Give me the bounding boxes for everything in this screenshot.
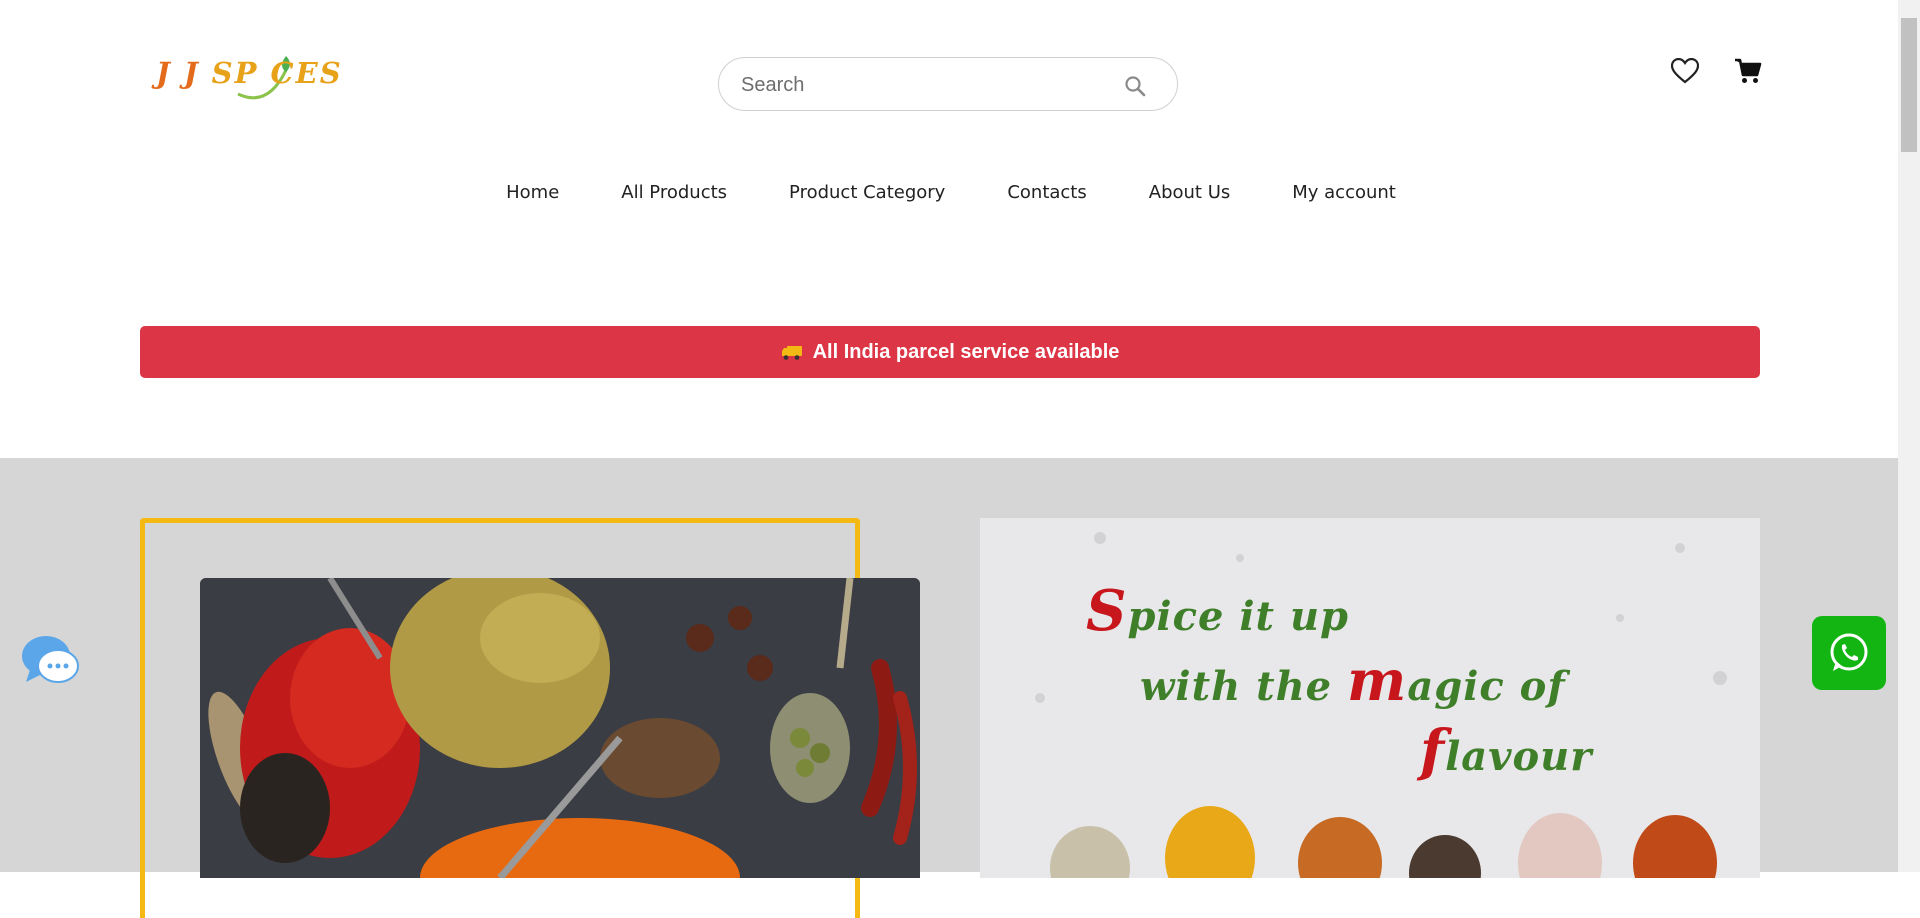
nav-item-all-products[interactable]: All Products xyxy=(621,182,727,203)
nav-item-about-us[interactable]: About Us xyxy=(1149,182,1231,203)
scrollbar-thumb[interactable] xyxy=(1901,18,1917,152)
cart-icon[interactable] xyxy=(1734,57,1762,85)
nav-item-product-category[interactable]: Product Category xyxy=(789,182,945,203)
search-icon[interactable] xyxy=(1123,74,1147,98)
tagline-line-1: Spice it up xyxy=(1086,578,1349,644)
scrollbar[interactable] xyxy=(1898,0,1920,872)
spices-image xyxy=(200,578,920,878)
logo-text: J J SP CES xyxy=(156,56,343,90)
promo-panel: Spice it up with the magic of flavour xyxy=(980,518,1760,878)
shipping-banner: All India parcel service available xyxy=(140,326,1760,378)
tagline-line-2: with the magic of xyxy=(1140,648,1566,714)
logo[interactable]: J J SP CES xyxy=(156,44,341,104)
nav-item-my-account[interactable]: My account xyxy=(1292,182,1396,203)
nav-item-contacts[interactable]: Contacts xyxy=(1007,182,1086,203)
tagline-line-3: flavour xyxy=(1420,718,1593,784)
truck-icon xyxy=(781,346,802,360)
heart-icon[interactable] xyxy=(1671,58,1699,84)
whatsapp-icon xyxy=(1830,633,1868,671)
main-nav: Home All Products Product Category Conta… xyxy=(0,182,1898,203)
search-bar[interactable] xyxy=(718,57,1178,111)
nav-item-home[interactable]: Home xyxy=(506,182,559,203)
hero-section: Spice it up with the magic of flavour xyxy=(0,458,1898,918)
whatsapp-button[interactable] xyxy=(1812,616,1886,690)
chat-bubble-icon[interactable] xyxy=(20,630,80,688)
spices-photo xyxy=(200,578,920,878)
banner-text: All India parcel service available xyxy=(812,340,1120,363)
search-input[interactable] xyxy=(739,70,1103,100)
